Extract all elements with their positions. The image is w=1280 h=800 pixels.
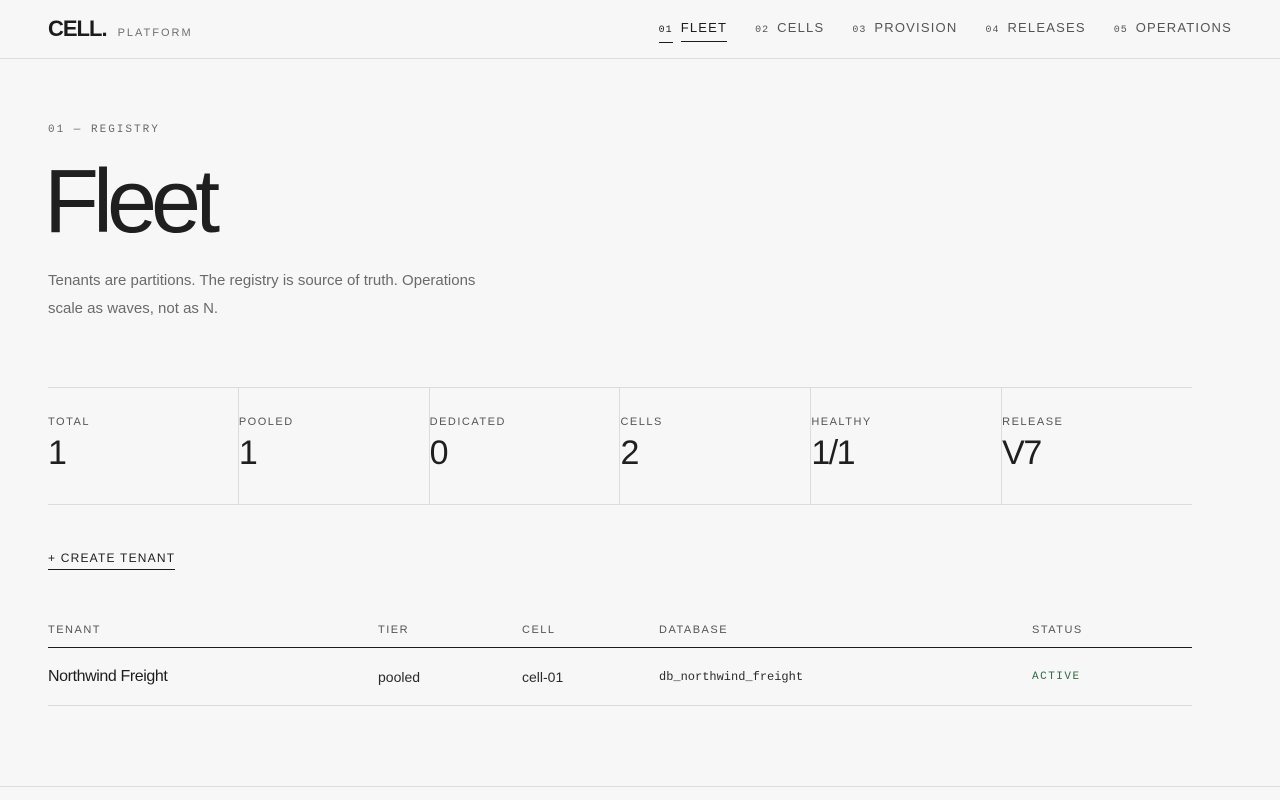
- stat-value: 2: [620, 434, 639, 472]
- table-row[interactable]: Northwind Freight pooled cell-01 db_nort…: [48, 648, 1192, 706]
- column-header-status[interactable]: STATUS: [1032, 624, 1192, 636]
- nav-number: 03: [852, 25, 867, 36]
- nav-item-fleet[interactable]: 01 FLEET: [658, 20, 728, 43]
- nav-number: 02: [755, 25, 770, 36]
- nav-item-operations[interactable]: 05 OPERATIONS: [1114, 20, 1232, 43]
- nav-label: OPERATIONS: [1135, 20, 1232, 35]
- stats-strip: TOTAL 1 POOLED 1 DEDICATED 0 CELLS 2 HEA…: [48, 387, 1192, 505]
- table-header: TENANT TIER CELL DATABASE STATUS: [48, 612, 1192, 648]
- stat-label: CELLS: [620, 416, 663, 428]
- stat-label: DEDICATED: [429, 416, 506, 428]
- brand[interactable]: CELL. PLATFORM: [48, 16, 193, 42]
- column-header-database[interactable]: DATABASE: [659, 624, 1032, 636]
- nav-label: RELEASES: [1007, 20, 1086, 35]
- stat-value: V7: [1002, 434, 1042, 472]
- stat-value: 1: [48, 434, 67, 472]
- section-eyebrow: 01 — REGISTRY: [48, 124, 160, 136]
- stat-dedicated: DEDICATED 0: [428, 388, 620, 504]
- main-nav: 01 FLEET 02 CELLS 03 PROVISION 04 RELEAS…: [658, 20, 1232, 43]
- create-tenant-button[interactable]: + CREATE TENANT: [48, 551, 176, 570]
- stat-cells: CELLS 2: [619, 388, 810, 504]
- nav-number: 01: [658, 25, 673, 43]
- stat-label: HEALTHY: [811, 416, 872, 428]
- column-header-tenant[interactable]: TENANT: [48, 624, 378, 636]
- tenant-database: db_northwind_freight: [659, 669, 804, 684]
- stat-value: 1/1: [811, 434, 855, 472]
- tenant-tier: pooled: [378, 668, 421, 685]
- nav-number: 05: [1113, 25, 1128, 36]
- stat-label: TOTAL: [48, 416, 90, 428]
- stat-total: TOTAL 1: [48, 388, 238, 504]
- nav-number: 04: [985, 25, 1000, 36]
- nav-label: PROVISION: [874, 20, 958, 35]
- nav-item-cells[interactable]: 02 CELLS: [755, 20, 824, 43]
- column-header-tier[interactable]: TIER: [378, 624, 522, 636]
- nav-label: FLEET: [680, 20, 728, 42]
- stat-pooled: POOLED 1: [237, 388, 429, 504]
- footer-divider: [0, 786, 1280, 800]
- tenant-cell: cell-01: [522, 668, 564, 685]
- page-description: Tenants are partitions. The registry is …: [48, 272, 476, 317]
- stat-label: RELEASE: [1002, 416, 1064, 428]
- nav-item-provision[interactable]: 03 PROVISION: [852, 20, 957, 43]
- page-title: Fleet: [44, 152, 220, 252]
- stat-value: 0: [429, 434, 449, 472]
- stat-release: RELEASE V7: [1001, 388, 1192, 504]
- brand-subtitle: PLATFORM: [117, 27, 193, 39]
- nav-item-releases[interactable]: 04 RELEASES: [985, 20, 1085, 43]
- stat-value: 1: [238, 434, 258, 472]
- nav-label: CELLS: [777, 20, 825, 35]
- column-header-cell[interactable]: CELL: [522, 624, 659, 636]
- stat-label: POOLED: [238, 416, 294, 428]
- top-bar: CELL. PLATFORM 01 FLEET 02 CELLS 03 PROV…: [0, 0, 1280, 59]
- brand-logo: CELL.: [48, 16, 108, 41]
- tenant-name[interactable]: Northwind Freight: [48, 668, 378, 686]
- status-badge: ACTIVE: [1032, 670, 1081, 683]
- tenant-table: TENANT TIER CELL DATABASE STATUS Northwi…: [48, 612, 1192, 706]
- stat-healthy: HEALTHY 1/1: [810, 388, 1001, 504]
